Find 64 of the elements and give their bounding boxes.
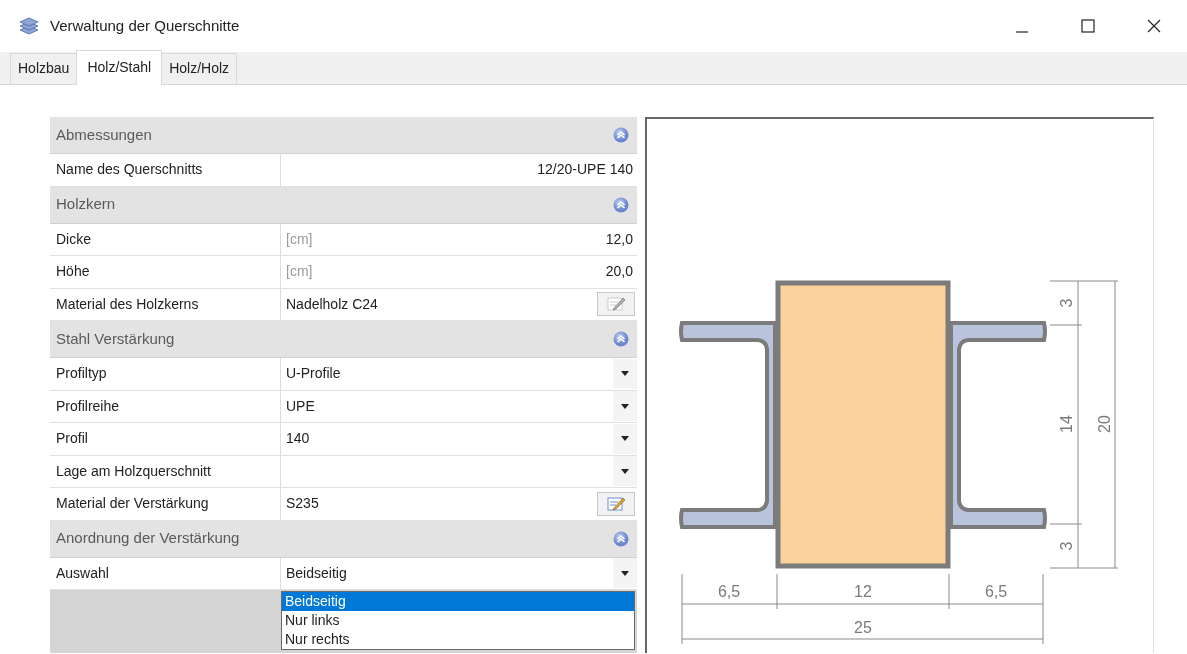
property-label: Lage am Holzquerschnitt — [56, 461, 211, 481]
property-value: 12,0 — [605, 230, 633, 247]
section-title: Holzkern — [56, 194, 116, 215]
section-title: Anordnung der Verstärkung — [56, 528, 240, 549]
property-label: Name des Querschnitts — [56, 160, 203, 180]
property-value: S235 — [286, 495, 319, 512]
property-label: Profilreihe — [56, 396, 120, 416]
caret-icon — [621, 371, 629, 377]
property-label: Dicke — [56, 229, 91, 249]
caret-icon — [621, 468, 629, 474]
property-value: 12/20-UPE 140 — [537, 161, 633, 178]
property-value: UPE — [286, 397, 315, 414]
collapse-icon[interactable] — [613, 196, 629, 213]
property-label: Profiltyp — [56, 364, 107, 384]
tab[interactable]: Holz/Stahl — [76, 50, 163, 85]
tab[interactable]: Holzbau — [10, 53, 78, 84]
dimension-label: 6,5 — [984, 583, 1008, 600]
minimize-icon — [1015, 31, 1029, 33]
property-label: Auswahl — [56, 563, 109, 583]
property-value: 140 — [286, 430, 310, 447]
property-value: Beidseitig — [286, 564, 347, 581]
caret-icon — [621, 570, 629, 576]
tab[interactable]: Holz/Holz — [161, 53, 238, 84]
dimension-label: 3 — [1058, 298, 1075, 308]
property-label: Höhe — [56, 262, 90, 282]
dropdown-button[interactable] — [613, 391, 637, 422]
property-label: Profil — [56, 429, 88, 449]
caret-icon — [621, 436, 629, 442]
dimension-label: 3 — [1058, 541, 1075, 551]
dropdown-button[interactable] — [613, 358, 637, 389]
dimension-label: 12 — [854, 583, 872, 600]
collapse-icon[interactable] — [613, 331, 629, 347]
app-icon — [18, 15, 40, 37]
section-header[interactable]: Holzkern — [50, 186, 637, 224]
dimension-label: 25 — [854, 619, 872, 636]
section-title: Abmessungen — [56, 124, 152, 145]
maximize-icon — [1081, 19, 1095, 33]
collapse-icon[interactable] — [613, 127, 629, 143]
property-value: U-Profile — [286, 365, 341, 382]
dimension-label: 14 — [1058, 415, 1075, 433]
property-value: 20,0 — [605, 263, 633, 280]
dropdown-option[interactable]: Nur rechts — [282, 630, 634, 649]
section-title: Stahl Verstärkung — [56, 328, 175, 349]
close-icon — [1147, 19, 1161, 33]
window-title: Verwaltung der Querschnitte — [50, 15, 240, 36]
dropdown-option[interactable]: Nur links — [282, 611, 634, 630]
edit-icon — [606, 495, 626, 512]
property-label: Material der Verstärkung — [56, 494, 209, 514]
caret-icon — [621, 403, 629, 409]
section-header[interactable]: Stahl Verstärkung — [50, 321, 637, 358]
dimension-label: 20 — [1096, 415, 1113, 433]
dropdown-option[interactable]: Beidseitig — [282, 592, 634, 611]
section-header[interactable]: Anordnung der Verstärkung — [50, 520, 637, 558]
section-header[interactable]: Abmessungen — [50, 117, 637, 154]
property-label: Material des Holzkerns — [56, 294, 199, 314]
dimension-label: 6,5 — [717, 583, 741, 600]
unit-label: [cm] — [286, 262, 313, 282]
dropdown-button[interactable] — [613, 558, 637, 589]
dropdown-button[interactable] — [613, 456, 637, 487]
collapse-icon[interactable] — [613, 530, 629, 547]
unit-label: [cm] — [286, 229, 313, 249]
dropdown-button[interactable] — [613, 423, 637, 454]
property-value: Nadelholz C24 — [286, 295, 378, 312]
edit-icon — [606, 296, 626, 313]
